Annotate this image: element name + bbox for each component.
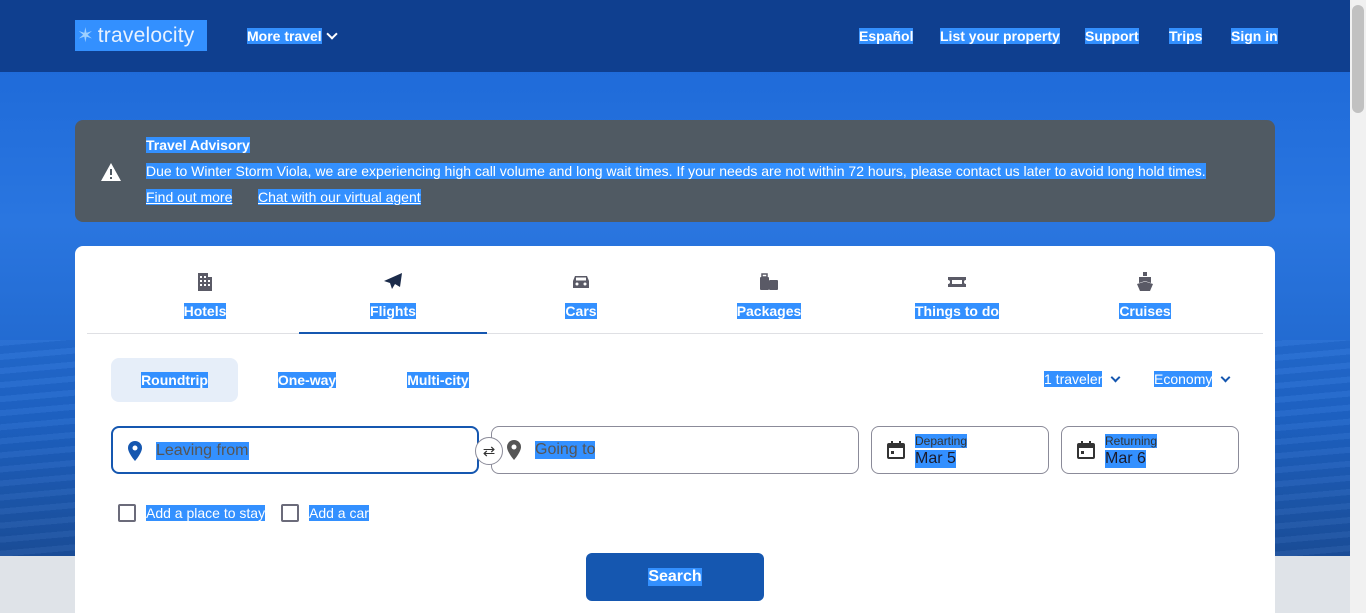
location-pin-icon [507,440,521,460]
multicity-label: Multi-city [407,372,469,388]
departing-value: Mar 5 [915,450,956,468]
ticket-icon [948,277,966,287]
top-navigation-bar: ✶ travelocity More travel Español List y… [0,0,1350,72]
returning-date-field[interactable]: Returning Mar 6 [1061,426,1239,474]
going-to-placeholder: Going to [535,441,596,459]
add-stay-checkbox[interactable]: Add a place to stay [118,504,266,522]
tab-hotels-label: Hotels [183,303,227,319]
language-link[interactable]: Español [859,28,914,44]
travelocity-logo[interactable]: ✶ travelocity [75,20,207,51]
tab-cruises[interactable]: Cruises [1051,246,1239,334]
calendar-icon [1077,441,1095,459]
trips-link[interactable]: Trips [1169,28,1203,44]
tab-cars-label: Cars [565,303,597,319]
hotel-icon [198,273,212,291]
returning-label: Returning [1105,434,1158,448]
tab-things-to-do-label: Things to do [915,303,999,319]
leaving-from-placeholder: Leaving from [156,442,249,460]
add-car-checkbox[interactable]: Add a car [281,504,369,522]
tab-flights[interactable]: Flights [299,246,487,334]
going-to-field[interactable]: Going to [491,426,859,474]
tab-cruises-label: Cruises [1119,303,1171,319]
chevron-down-icon [326,28,338,40]
tab-packages[interactable]: Packages [675,246,863,334]
more-travel-menu[interactable]: More travel [247,28,338,44]
chat-virtual-agent-link[interactable]: Chat with our virtual agent [258,189,421,205]
checkbox-box[interactable] [118,504,136,522]
returning-value: Mar 6 [1105,450,1146,468]
add-car-label: Add a car [309,505,369,521]
location-pin-icon [128,441,142,461]
leaving-from-field[interactable]: Leaving from [111,426,479,474]
travelers-value: 1 traveler [1044,371,1103,387]
swap-arrows-icon: ⇄ [482,443,496,460]
warning-icon [101,163,121,181]
support-link[interactable]: Support [1085,28,1139,44]
search-button[interactable]: Search [586,553,764,601]
car-icon [573,276,589,288]
product-tabs: Hotels Flights Cars Packages Things to d… [87,246,1263,334]
cabin-class-value: Economy [1154,371,1213,387]
sign-in-link[interactable]: Sign in [1231,28,1278,44]
plane-icon [384,273,402,289]
tab-packages-label: Packages [736,303,802,319]
tab-hotels[interactable]: Hotels [111,246,299,334]
swap-locations-button[interactable]: ⇄ [475,437,503,465]
search-card: Hotels Flights Cars Packages Things to d… [75,246,1275,613]
chevron-down-icon [1220,372,1231,382]
tab-things-to-do[interactable]: Things to do [863,246,1051,334]
departing-date-field[interactable]: Departing Mar 5 [871,426,1049,474]
luggage-icon [760,273,778,290]
logo-text: travelocity [97,23,195,47]
tab-flights-label: Flights [370,303,416,319]
trip-type-oneway[interactable]: One-way [255,358,359,402]
ship-icon [1137,272,1153,291]
travelers-dropdown[interactable]: 1 traveler [1044,371,1121,387]
advisory-message: Due to Winter Storm Viola, we are experi… [146,163,1206,179]
trip-type-multicity[interactable]: Multi-city [380,358,496,402]
advisory-title: Travel Advisory [146,137,250,153]
chevron-down-icon [1110,372,1121,382]
add-stay-label: Add a place to stay [146,505,266,521]
more-travel-label: More travel [247,28,322,44]
trip-type-roundtrip[interactable]: Roundtrip [111,358,238,402]
tab-cars[interactable]: Cars [487,246,675,334]
scrollbar-thumb[interactable] [1352,5,1364,113]
oneway-label: One-way [277,372,337,388]
search-button-label: Search [648,568,702,586]
travel-advisory-banner: Travel Advisory Due to Winter Storm Viol… [75,120,1275,222]
cabin-class-dropdown[interactable]: Economy [1154,371,1231,387]
departing-label: Departing [915,434,968,448]
list-property-link[interactable]: List your property [940,28,1060,44]
calendar-icon [887,441,905,459]
checkbox-box[interactable] [281,504,299,522]
find-out-more-link[interactable]: Find out more [146,189,233,205]
roundtrip-label: Roundtrip [141,372,208,388]
logo-star-icon: ✶ [77,24,94,47]
